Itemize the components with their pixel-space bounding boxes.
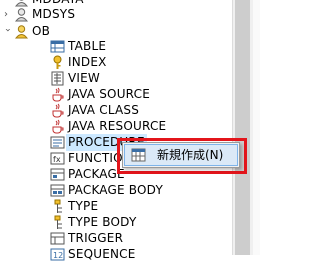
java-class-icon (50, 103, 65, 118)
tree-node-label: MDSYS (32, 6, 75, 23)
tree-node-label: TABLE (68, 38, 106, 55)
table-icon (50, 39, 65, 54)
svg-text:12: 12 (53, 251, 63, 260)
scrollbar-thumb[interactable] (235, 0, 250, 255)
panel-edge (253, 0, 260, 255)
tree-node-label: TYPE (68, 198, 98, 215)
java-resource-icon (50, 119, 65, 134)
tree-node-label: JAVA RESOURCE (68, 118, 166, 135)
user-schema-icon (14, 7, 29, 22)
tree-node-label: OB (32, 23, 50, 40)
procedure-icon (50, 135, 65, 150)
tree-node-label: JAVA CLASS (68, 102, 139, 119)
object-tree: MDDATA › MDSYS › OB TABLE (0, 0, 232, 255)
svg-text:fx: fx (53, 155, 61, 164)
vertical-scrollbar[interactable] (232, 0, 253, 255)
tree-node-label: TYPE BODY (68, 214, 136, 231)
package-icon (50, 167, 65, 182)
tree-node-label: JAVA SOURCE (68, 86, 150, 103)
view-icon (50, 71, 65, 86)
user-schema-active-icon (14, 24, 29, 39)
trigger-icon (50, 231, 65, 246)
type-body-icon (50, 215, 65, 230)
expand-chevron-icon[interactable]: › (4, 6, 8, 23)
new-icon (131, 148, 146, 162)
tree-node-label: TRIGGER (68, 230, 123, 247)
type-icon (50, 199, 65, 214)
tree-node-label: VIEW (68, 70, 100, 87)
tree-node-label: INDEX (68, 54, 107, 71)
menu-item-label: 新規作成(N) (157, 147, 223, 163)
tree-node-label: PACKAGE BODY (68, 182, 163, 199)
context-menu: 新規作成(N) (122, 142, 240, 168)
function-icon: fx (50, 151, 65, 166)
index-icon (50, 55, 65, 70)
user-schema-icon (14, 0, 29, 7)
menu-item-new[interactable]: 新規作成(N) (124, 144, 238, 166)
package-body-icon (50, 183, 65, 198)
java-source-icon (50, 87, 65, 102)
